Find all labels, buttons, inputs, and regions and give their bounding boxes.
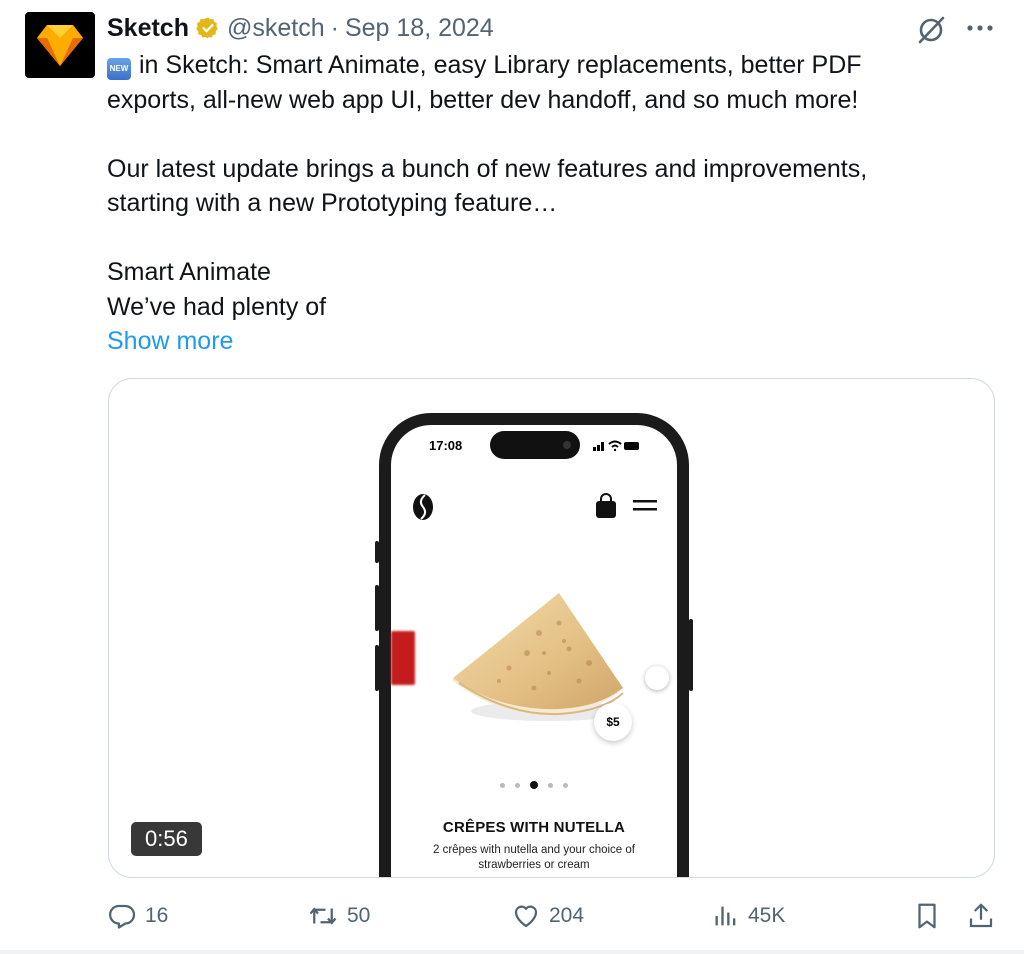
carousel-dots <box>379 781 689 789</box>
coffee-bean-icon <box>412 493 434 526</box>
sketch-logo-icon <box>37 25 83 66</box>
shopping-bag-icon <box>595 493 617 524</box>
verified-badge-icon[interactable] <box>196 16 220 40</box>
carousel-dot <box>563 782 568 788</box>
carousel-dot <box>515 782 520 788</box>
more-icon[interactable] <box>964 16 998 45</box>
tweet-line: We’ve had plenty of <box>107 292 327 321</box>
views-icon <box>715 906 736 926</box>
bookmark-button[interactable] <box>912 901 942 931</box>
price-tag: $5 <box>594 703 632 741</box>
status-icons <box>593 438 641 455</box>
like-button[interactable]: 204 <box>511 901 584 931</box>
repost-button[interactable]: 50 <box>307 901 370 931</box>
new-badge-icon: NEW <box>107 58 131 80</box>
show-more-link[interactable]: Show more <box>107 324 987 359</box>
strawberry-partial <box>391 631 415 685</box>
video-player[interactable]: 17:08 $5 CRÊPES WITH NUTELLA 2 crêpes wi… <box>108 378 995 878</box>
like-count: 204 <box>549 904 585 927</box>
tweet-line: NEW in Sketch: Smart Animate, easy Librar… <box>107 48 987 83</box>
tweet-header: Sketch @sketch · Sep 18, 2024 <box>107 10 494 46</box>
carousel-next-handle <box>645 666 669 690</box>
author-handle[interactable]: @sketch <box>227 14 325 43</box>
tweet-date[interactable]: Sep 18, 2024 <box>345 14 494 43</box>
video-duration: 0:56 <box>131 822 202 856</box>
tweet-line: starting with a new Prototyping feature… <box>107 189 558 217</box>
phone-clock: 17:08 <box>429 438 463 453</box>
tweet-line: exports, all-new web app UI, better dev … <box>107 85 859 114</box>
tweet-line: Our latest update brings a bunch of new … <box>107 154 868 183</box>
views-count: 45K <box>748 904 786 927</box>
carousel-dot <box>548 782 553 788</box>
header-separator: · <box>330 13 339 42</box>
views-button[interactable]: 45K <box>712 901 785 931</box>
product-description: 2 crêpes with nutella and your choice of… <box>432 844 635 871</box>
carousel-dot <box>500 782 505 788</box>
reply-count: 16 <box>145 904 169 927</box>
share-button[interactable] <box>966 901 996 931</box>
reply-icon <box>109 904 136 929</box>
action-bar: 16 50 204 45K <box>0 895 1024 939</box>
grok-icon[interactable] <box>914 13 948 52</box>
hamburger-menu-icon <box>633 499 657 518</box>
like-icon <box>514 905 538 928</box>
tweet-text: NEW in Sketch: Smart Animate, easy Librar… <box>107 48 987 359</box>
divider <box>0 950 1024 954</box>
repost-count: 50 <box>347 904 371 927</box>
phone-mockup: 17:08 $5 CRÊPES WITH NUTELLA 2 crêpes wi… <box>375 413 693 877</box>
avatar[interactable] <box>25 12 95 78</box>
product-title: CRÊPES WITH NUTELLA <box>442 819 626 836</box>
reply-button[interactable]: 16 <box>107 901 168 931</box>
tweet-line: Smart Animate <box>107 258 271 286</box>
author-name[interactable]: Sketch <box>107 14 189 43</box>
share-icon <box>969 903 993 928</box>
bookmark-icon <box>918 903 936 929</box>
repost-icon <box>309 907 337 925</box>
carousel-dot-active <box>530 781 538 789</box>
